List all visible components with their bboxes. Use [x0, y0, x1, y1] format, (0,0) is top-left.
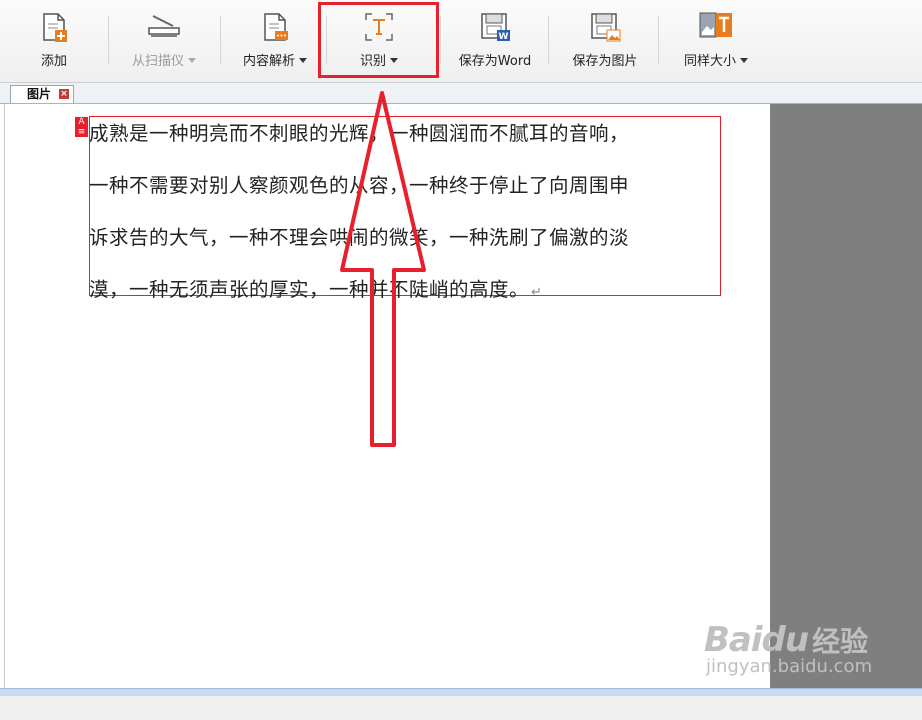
baidu-watermark: Baidu 经验 jingyan.baidu.com: [704, 620, 873, 677]
horizontal-scrollbar[interactable]: [0, 688, 922, 695]
recognize-highlight-box: [318, 2, 439, 78]
status-bar: [0, 695, 922, 720]
tab-bar: 图片 ×: [0, 83, 922, 104]
toolbar-separator: [548, 16, 549, 64]
add-file-icon: [40, 12, 68, 46]
svg-text:W: W: [499, 32, 509, 42]
close-icon[interactable]: ×: [59, 89, 70, 99]
side-pane: [770, 104, 922, 688]
toolbar: 添加 从扫描仪 内容解析 识别 W 保存为Word 保存为图片 同样大小: [0, 0, 922, 83]
chevron-down-icon: [299, 58, 307, 63]
content-parse-button[interactable]: 内容解析: [236, 0, 314, 82]
same-size-button[interactable]: 同样大小: [674, 0, 758, 82]
tab-image-label: 图片: [27, 87, 52, 101]
chevron-down-icon: [740, 58, 748, 63]
same-size-label: 同样大小: [683, 54, 736, 69]
content-parse-label: 内容解析: [242, 54, 295, 69]
chevron-down-icon: [188, 58, 196, 63]
save-as-image-label: 保存为图片: [572, 54, 638, 69]
save-as-image-button[interactable]: 保存为图片: [562, 0, 648, 82]
add-button[interactable]: 添加: [26, 0, 82, 82]
scanner-icon: [147, 12, 181, 44]
toolbar-separator: [108, 16, 109, 64]
save-image-icon: [589, 12, 621, 46]
text-region-marker[interactable]: A ≡: [75, 117, 88, 137]
text-line-content: 漠，一种无须声张的厚实，一种并不陡峭的高度。: [89, 278, 530, 301]
save-as-word-button[interactable]: W 保存为Word: [452, 0, 538, 82]
toolbar-separator: [220, 16, 221, 64]
scan-button[interactable]: 从扫描仪: [124, 0, 204, 82]
toolbar-separator: [658, 16, 659, 64]
add-label: 添加: [40, 54, 67, 69]
save-word-icon: W: [479, 12, 511, 46]
toolbar-separator: [440, 16, 441, 64]
save-as-word-label: 保存为Word: [458, 54, 532, 69]
annotation-arrow: [340, 91, 426, 447]
document-parse-icon: [261, 12, 289, 46]
image-text-size-icon: [699, 12, 733, 44]
tab-image[interactable]: 图片 ×: [10, 85, 75, 103]
paragraph-mark-icon: ↵: [531, 285, 543, 300]
scan-label: 从扫描仪: [131, 54, 184, 69]
